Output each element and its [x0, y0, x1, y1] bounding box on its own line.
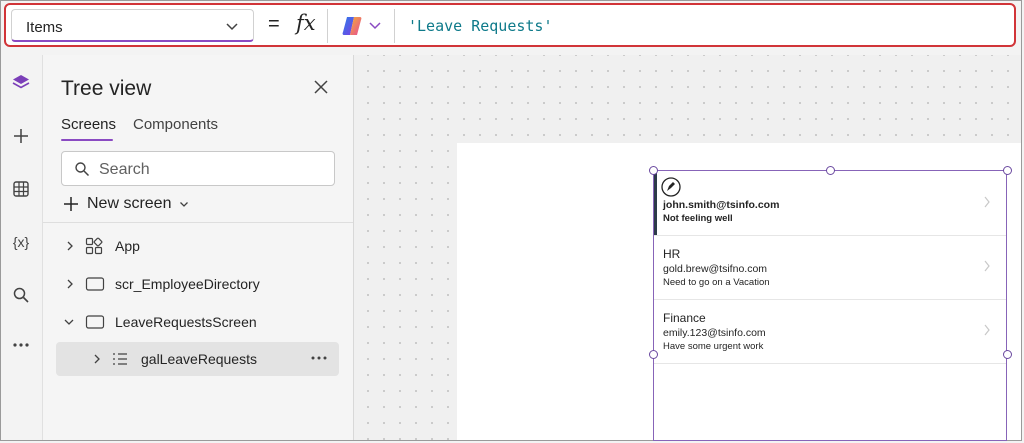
selected-indicator — [654, 171, 657, 235]
chevron-right-icon[interactable] — [65, 278, 75, 290]
chevron-right-icon[interactable] — [983, 260, 991, 272]
resize-handle[interactable] — [649, 166, 658, 175]
active-tab-indicator — [61, 139, 113, 141]
gallery-icon — [113, 353, 127, 365]
tree-node-label: galLeaveRequests — [141, 351, 257, 367]
copilot-icon[interactable] — [341, 15, 363, 37]
item-email: emily.123@tsinfo.com — [663, 327, 766, 339]
item-reason: Have some urgent work — [663, 341, 764, 352]
new-screen-label: New screen — [87, 195, 172, 212]
gallery-leave-requests[interactable]: john.smith@tsinfo.com Not feeling well H… — [653, 170, 1007, 441]
tab-components[interactable]: Components — [133, 116, 218, 133]
tree-node-label: App — [115, 238, 140, 254]
chevron-down-icon[interactable] — [63, 317, 75, 327]
chevron-right-icon[interactable] — [65, 240, 75, 252]
resize-handle[interactable] — [649, 350, 658, 359]
new-screen-button[interactable]: New screen — [63, 195, 189, 213]
app-icon — [85, 237, 103, 255]
tree-node-app[interactable]: App — [43, 229, 353, 263]
close-icon[interactable] — [313, 79, 329, 95]
divider — [327, 9, 328, 43]
layers-icon[interactable] — [9, 71, 33, 95]
gallery-item[interactable]: john.smith@tsinfo.com Not feeling well — [654, 171, 1006, 236]
equals-sign: = — [268, 13, 280, 35]
item-title: HR — [663, 247, 681, 261]
chevron-right-icon[interactable] — [983, 196, 991, 208]
resize-handle[interactable] — [1003, 350, 1012, 359]
more-icon[interactable] — [9, 333, 33, 357]
tree-view-panel: Tree view Screens Components Search New … — [43, 55, 354, 440]
tree-node-leave-requests-screen[interactable]: LeaveRequestsScreen — [43, 305, 353, 339]
item-reason: Not feeling well — [663, 213, 733, 224]
tree-node-gal-leave-requests[interactable]: galLeaveRequests — [56, 342, 339, 376]
chevron-down-icon — [226, 23, 238, 31]
tab-screens[interactable]: Screens — [61, 116, 116, 133]
formula-bar: Items = fx 'Leave Requests' — [4, 3, 1016, 47]
screen-icon — [85, 277, 105, 291]
item-email: gold.brew@tsifno.com — [663, 263, 768, 275]
panel-title: Tree view — [61, 77, 152, 100]
fx-icon[interactable]: fx — [296, 11, 316, 35]
search-icon — [75, 162, 90, 177]
plus-icon — [64, 197, 78, 211]
chevron-down-icon[interactable] — [368, 18, 382, 32]
property-value: Items — [26, 19, 63, 36]
divider — [394, 9, 395, 43]
variables-icon[interactable]: {x} — [9, 230, 33, 254]
chevron-down-icon — [180, 202, 189, 207]
gallery-item[interactable]: HR gold.brew@tsifno.com Need to go on a … — [654, 235, 1006, 300]
item-title: Finance — [663, 311, 706, 325]
item-email: john.smith@tsinfo.com — [663, 199, 780, 211]
item-reason: Need to go on a Vacation — [663, 277, 770, 288]
table-icon[interactable] — [9, 177, 33, 201]
left-rail: {x} — [1, 55, 43, 440]
plus-icon[interactable] — [9, 124, 33, 148]
search-icon[interactable] — [9, 283, 33, 307]
more-options-icon[interactable] — [311, 356, 327, 360]
gallery-item[interactable]: Finance emily.123@tsinfo.com Have some u… — [654, 299, 1006, 364]
chevron-right-icon[interactable] — [983, 324, 991, 336]
resize-handle[interactable] — [1003, 166, 1012, 175]
tree-node-scr-employee-directory[interactable]: scr_EmployeeDirectory — [43, 267, 353, 301]
edit-icon[interactable] — [661, 177, 681, 197]
property-dropdown[interactable]: Items — [11, 9, 254, 42]
search-placeholder: Search — [99, 161, 150, 178]
tree-node-label: LeaveRequestsScreen — [115, 314, 257, 330]
divider — [43, 222, 353, 223]
chevron-right-icon[interactable] — [92, 353, 102, 365]
search-input[interactable]: Search — [61, 151, 335, 186]
screen-icon — [85, 315, 105, 329]
formula-input[interactable]: 'Leave Requests' — [408, 17, 553, 35]
resize-handle[interactable] — [826, 166, 835, 175]
tree-node-label: scr_EmployeeDirectory — [115, 276, 260, 292]
